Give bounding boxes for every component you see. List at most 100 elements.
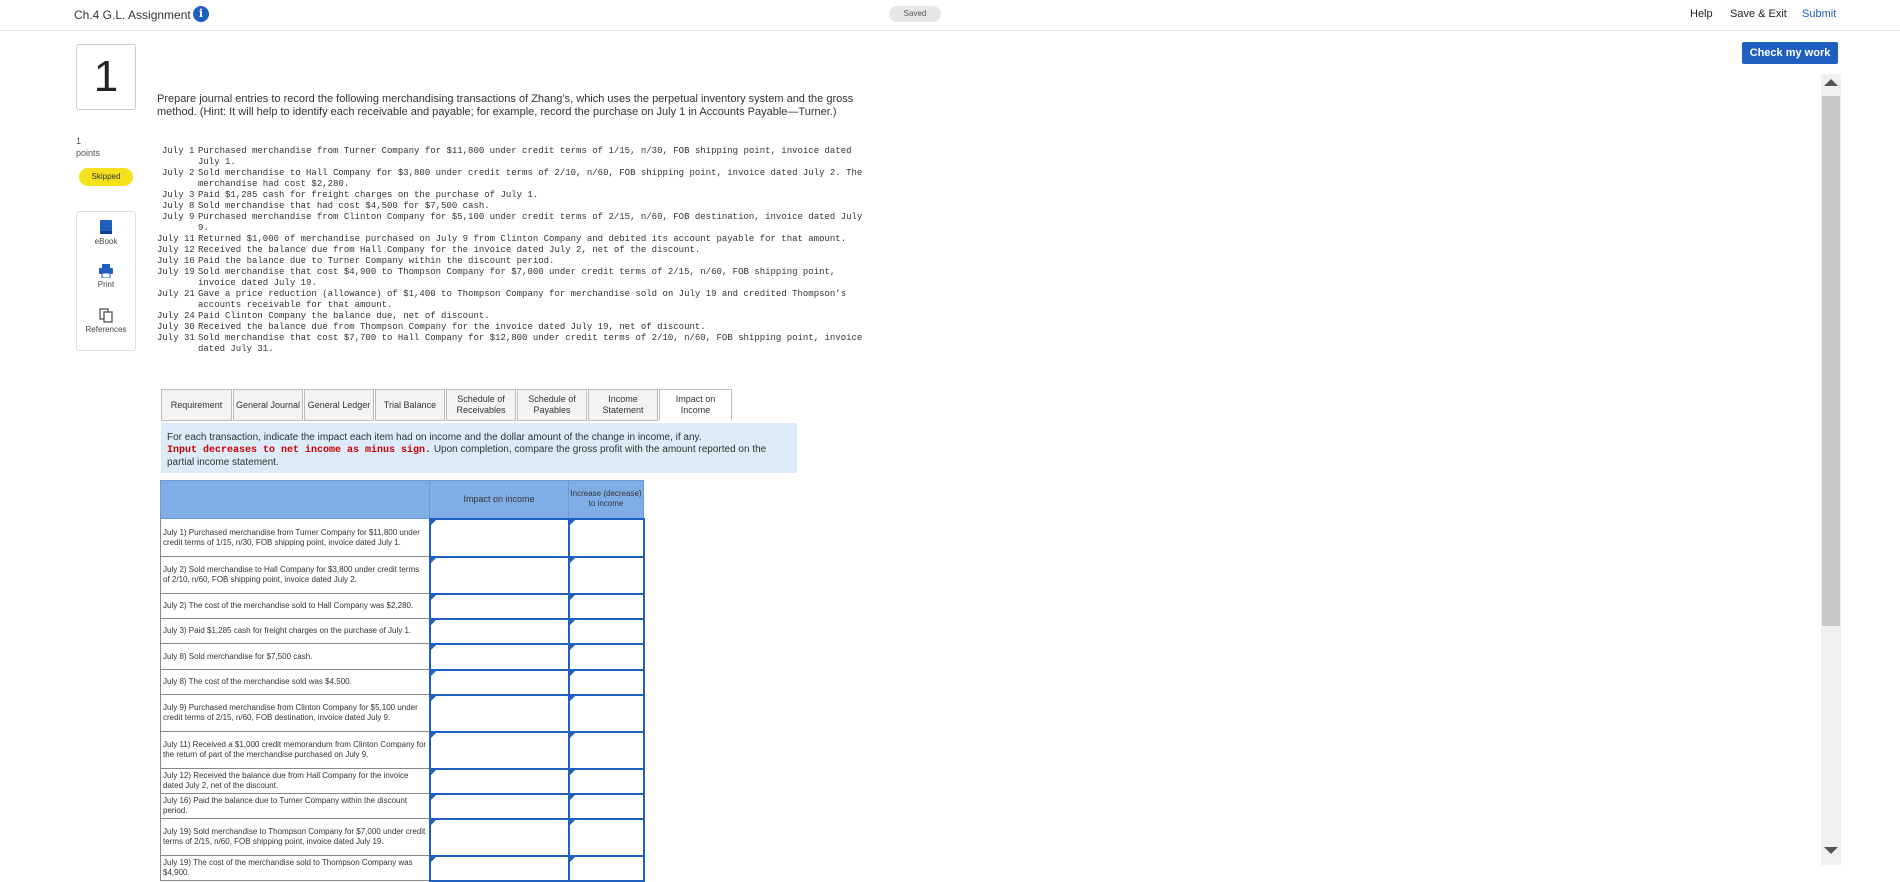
table-header-blank [160, 480, 430, 519]
transaction-date: July 30 [157, 322, 195, 332]
transaction-text: Gave a price reduction (allowance) of $1… [198, 289, 847, 310]
transaction-date: July 21 [157, 289, 195, 299]
references-button[interactable]: References [77, 308, 135, 334]
tab-impact-on-income[interactable]: Impact on Income [659, 389, 732, 421]
transaction-date: July 8 [162, 201, 195, 211]
save-exit-link[interactable]: Save & Exit [1730, 8, 1787, 20]
skipped-badge: Skipped [79, 168, 133, 186]
impact-select[interactable] [428, 854, 570, 882]
transaction-date: July 31 [157, 333, 195, 343]
check-my-work-button[interactable]: Check my work [1742, 42, 1838, 64]
transaction-item: July 19 Sold merchandise that cost $4,900… [157, 267, 867, 289]
transaction-date: July 2 [162, 168, 195, 178]
impact-select[interactable] [428, 617, 570, 645]
transaction-item: July 1 Purchased merchandise from Turner … [157, 146, 867, 168]
row-label: July 2) The cost of the merchandise sold… [160, 593, 430, 619]
row-label: July 19) The cost of the merchandise sol… [160, 855, 430, 881]
tools-panel: eBook Print References [76, 211, 136, 351]
impact-select[interactable] [428, 792, 570, 820]
row-label: July 8) The cost of the merchandise sold… [160, 669, 430, 695]
tab-schedule-of-receivables[interactable]: Schedule of Receivables [446, 389, 516, 421]
change-input[interactable] [567, 730, 645, 770]
row-label: July 16) Paid the balance due to Turner … [160, 793, 430, 819]
table-row: July 8) The cost of the merchandise sold… [160, 668, 645, 696]
change-input[interactable] [567, 817, 645, 857]
table-row: July 16) Paid the balance due to Turner … [160, 792, 645, 820]
vertical-scrollbar[interactable] [1821, 74, 1841, 865]
table-row: July 19) Sold merchandise to Thompson Co… [160, 817, 645, 857]
info-icon[interactable]: i [193, 6, 209, 22]
row-label: July 12) Received the balance due from H… [160, 768, 430, 794]
transaction-item: July 31 Sold merchandise that cost $7,700… [157, 333, 867, 355]
table-row: July 1) Purchased merchandise from Turne… [160, 517, 645, 558]
transaction-date: July 12 [157, 245, 195, 255]
tab-trial-balance[interactable]: Trial Balance [375, 389, 445, 421]
transaction-text: Returned $1,000 of merchandise purchased… [198, 234, 847, 244]
transaction-date: July 16 [157, 256, 195, 266]
impact-select[interactable] [428, 668, 570, 696]
impact-select[interactable] [428, 642, 570, 671]
table-row: July 12) Received the balance due from H… [160, 767, 645, 795]
scroll-up-arrow-icon[interactable] [1824, 79, 1838, 86]
table-row: July 8) Sold merchandise for $7,500 cash… [160, 642, 645, 671]
instructions-text: For each transaction, indicate the impac… [167, 432, 702, 443]
change-input[interactable] [567, 854, 645, 882]
assignment-title: Ch.4 G.L. Assignment [74, 8, 191, 22]
transaction-text: Sold merchandise that cost $7,700 to Hal… [198, 333, 863, 354]
points-value: 1 [76, 136, 82, 146]
book-icon [100, 220, 112, 234]
table-row: July 9) Purchased merchandise from Clint… [160, 693, 645, 733]
impact-select[interactable] [428, 767, 570, 795]
instructions-warning: Input decreases to net income as minus s… [167, 445, 432, 456]
copy-icon [99, 308, 113, 323]
impact-table: Impact on income Increase (decrease) to … [160, 480, 645, 882]
tab-schedule-of-payables[interactable]: Schedule of Payables [517, 389, 587, 421]
print-button[interactable]: Print [77, 264, 135, 289]
transaction-text: Sold merchandise that cost $4,900 to Tho… [198, 267, 836, 288]
change-input[interactable] [567, 642, 645, 671]
scroll-down-arrow-icon[interactable] [1824, 847, 1838, 854]
change-input[interactable] [567, 592, 645, 620]
ebook-label: eBook [94, 237, 118, 246]
question-number: 1 [76, 44, 136, 110]
impact-select[interactable] [428, 517, 570, 558]
change-input[interactable] [567, 555, 645, 595]
impact-select[interactable] [428, 693, 570, 733]
transaction-text: Sold merchandise that had cost $4,500 fo… [198, 201, 490, 211]
table-row: July 3) Paid $1,285 cash for freight cha… [160, 617, 645, 645]
transaction-text: Received the balance due from Thompson C… [198, 322, 706, 332]
scrollbar-thumb[interactable] [1822, 96, 1840, 626]
impact-select[interactable] [428, 555, 570, 595]
row-label: July 1) Purchased merchandise from Turne… [160, 518, 430, 557]
change-input[interactable] [567, 792, 645, 820]
submit-link[interactable]: Submit [1802, 8, 1836, 20]
transaction-text: Purchased merchandise from Turner Compan… [198, 146, 852, 167]
transaction-item: July 21 Gave a price reduction (allowance… [157, 289, 867, 311]
row-label: July 2) Sold merchandise to Hall Company… [160, 556, 430, 594]
help-link[interactable]: Help [1690, 8, 1713, 20]
row-label: July 11) Received a $1,000 credit memora… [160, 731, 430, 769]
printer-icon [99, 264, 113, 278]
change-input[interactable] [567, 767, 645, 795]
instructions-box: For each transaction, indicate the impac… [161, 423, 797, 473]
impact-select[interactable] [428, 817, 570, 857]
tab-requirement[interactable]: Requirement [161, 389, 232, 421]
table-row: July 11) Received a $1,000 credit memora… [160, 730, 645, 770]
change-input[interactable] [567, 517, 645, 558]
change-input[interactable] [567, 668, 645, 696]
tab-income-statement[interactable]: Income Statement [588, 389, 658, 421]
transaction-item: July 30 Received the balance due from Tho… [157, 322, 867, 333]
ebook-button[interactable]: eBook [77, 220, 135, 246]
impact-select[interactable] [428, 730, 570, 770]
tab-general-journal[interactable]: General Journal [233, 389, 303, 421]
transaction-date: July 11 [157, 234, 195, 244]
impact-select[interactable] [428, 592, 570, 620]
table-header-impact: Impact on income [429, 480, 569, 519]
question-prompt: Prepare journal entries to record the fo… [157, 93, 854, 118]
change-input[interactable] [567, 693, 645, 733]
transaction-text: Purchased merchandise from Clinton Compa… [198, 212, 863, 233]
change-input[interactable] [567, 617, 645, 645]
tab-general-ledger[interactable]: General Ledger [304, 389, 374, 421]
transaction-item: July 8 Sold merchandise that had cost $4,… [157, 201, 867, 212]
transaction-item: July 24 Paid Clinton Company the balance … [157, 311, 867, 322]
